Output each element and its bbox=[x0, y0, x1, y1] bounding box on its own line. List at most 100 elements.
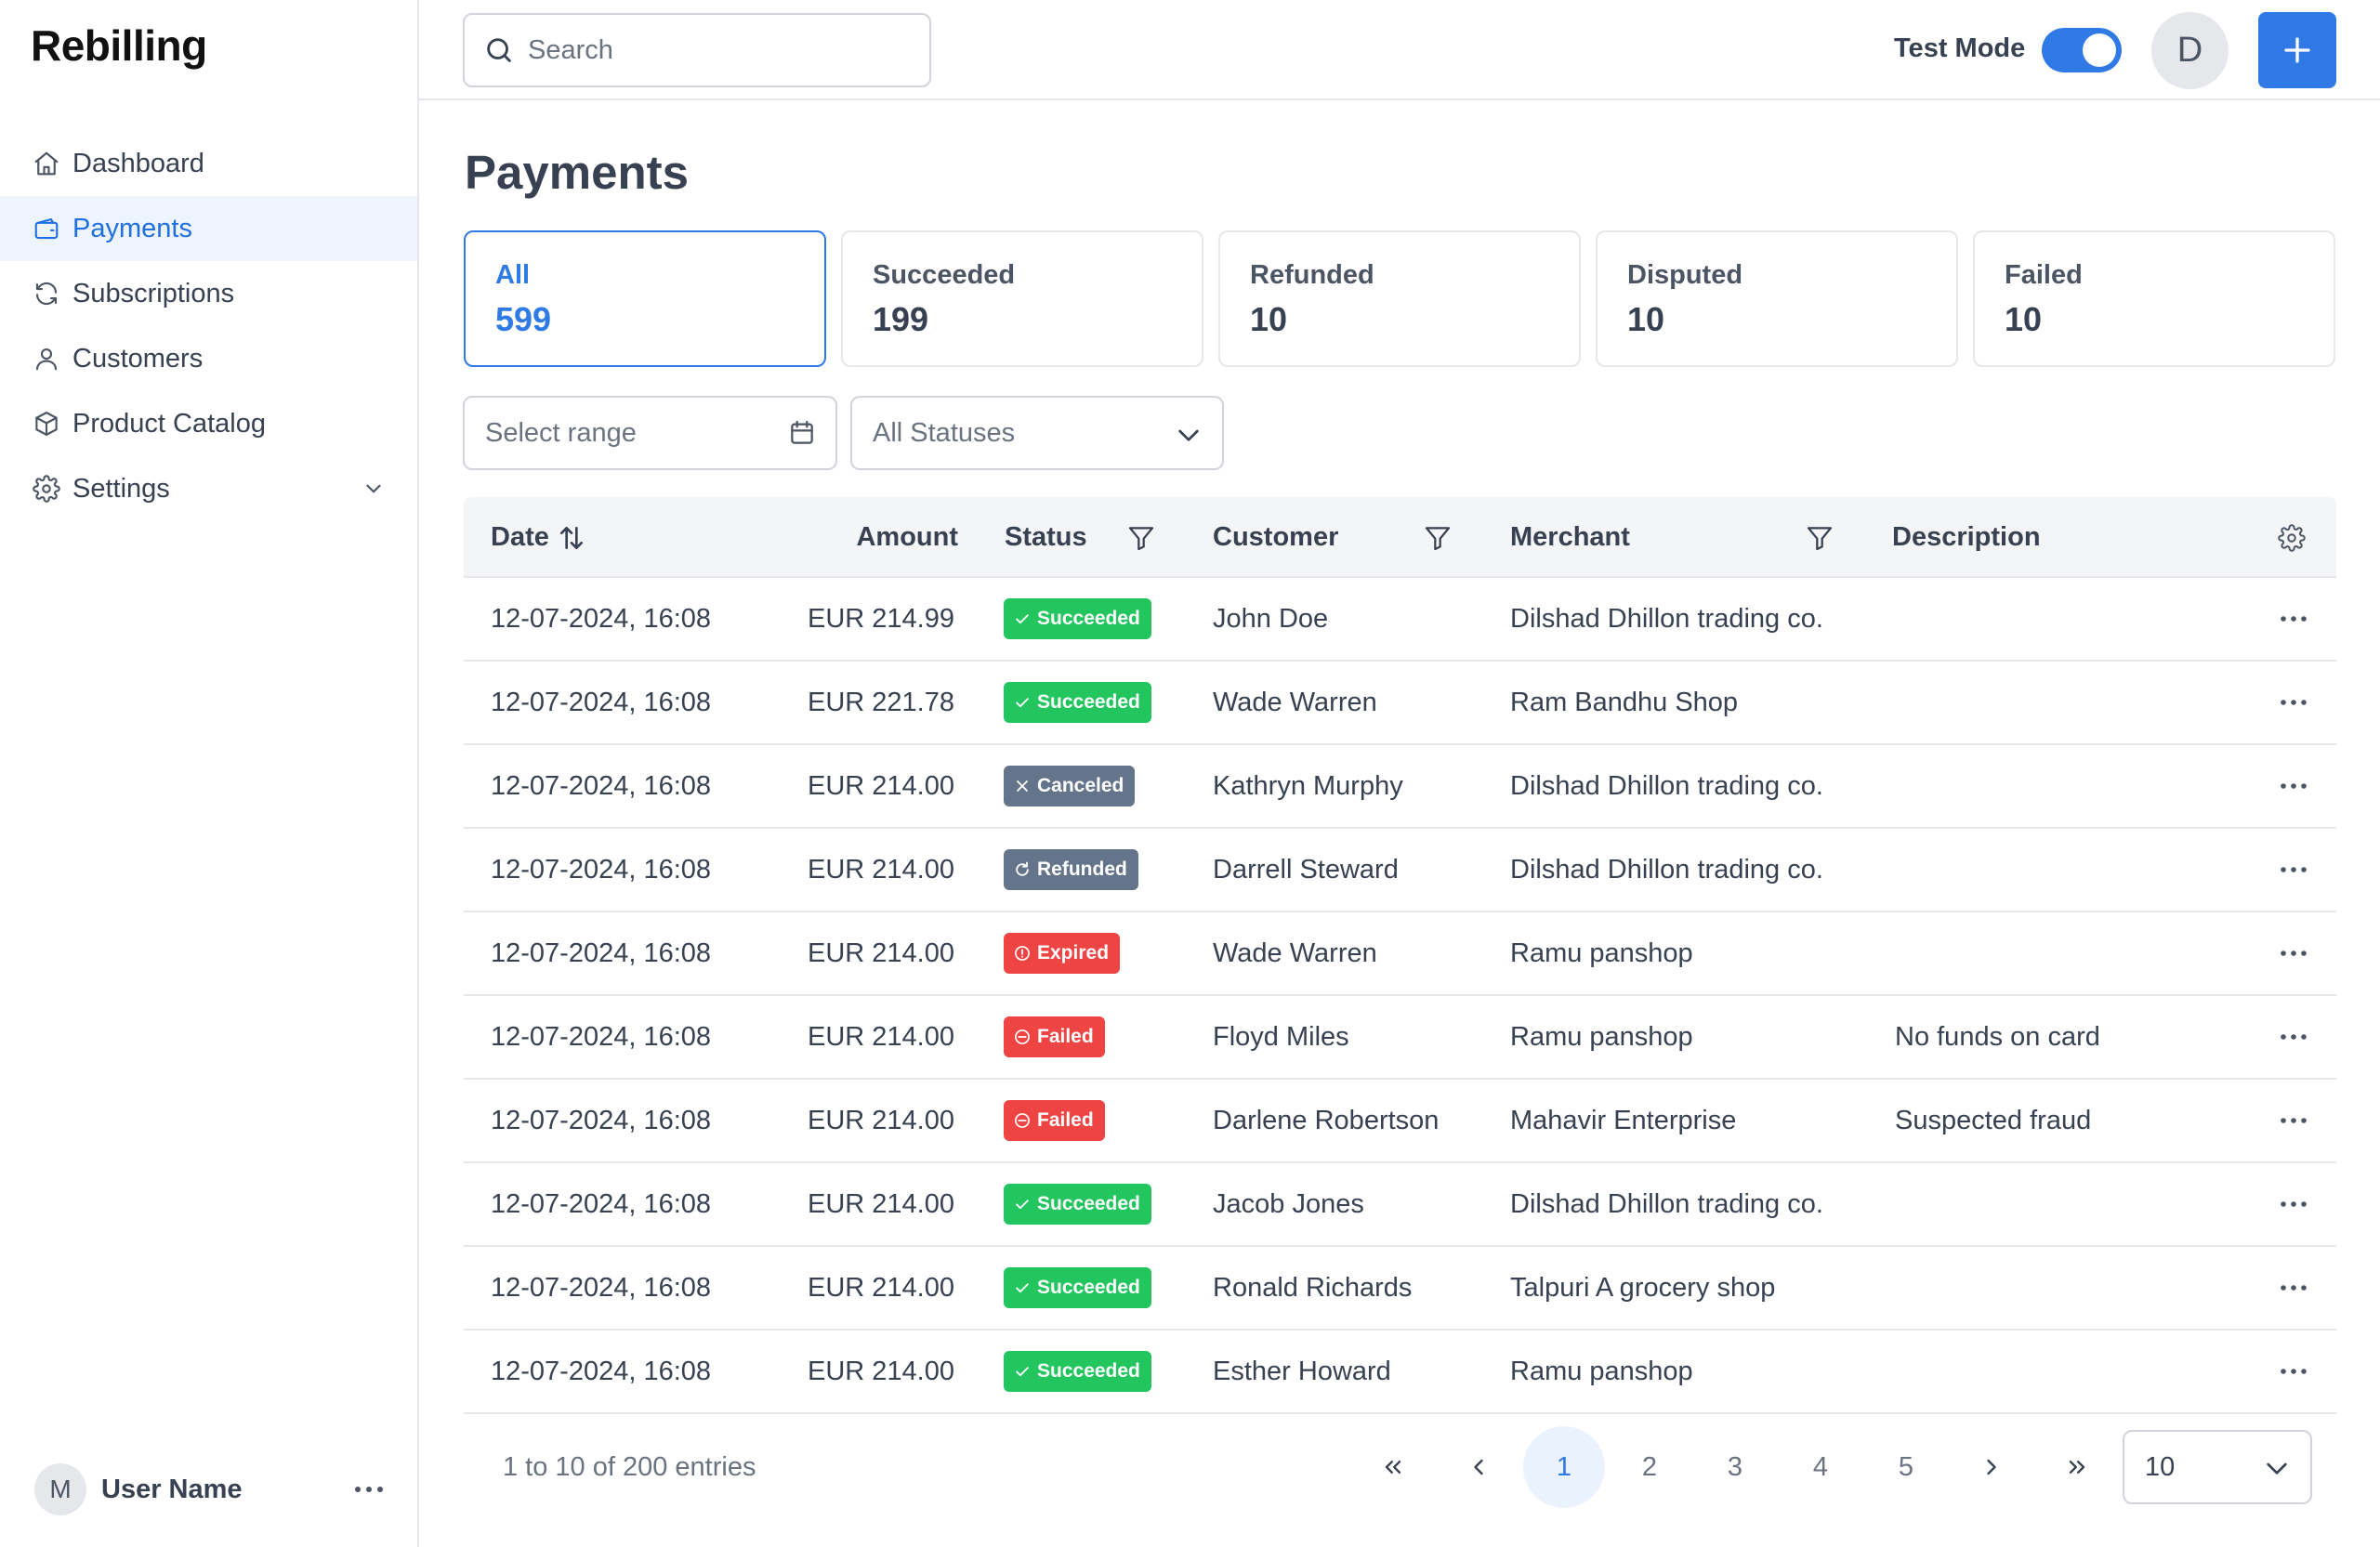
first-page-button[interactable] bbox=[1352, 1426, 1434, 1508]
gear-icon[interactable] bbox=[2278, 524, 2306, 552]
table-row[interactable]: 12-07-2024, 16:08 EUR 214.00 Succeeded Rona… bbox=[464, 1247, 2336, 1331]
cell-customer[interactable]: Wade Warren bbox=[1213, 912, 1377, 994]
table-row[interactable]: 12-07-2024, 16:08 EUR 214.00 Succeeded Jaco… bbox=[464, 1163, 2336, 1247]
sidebar-item-customers[interactable]: Customers bbox=[0, 326, 417, 391]
add-button[interactable] bbox=[2258, 12, 2336, 88]
row-more-icon[interactable] bbox=[2277, 1020, 2310, 1054]
cell-amount: EUR 214.00 bbox=[808, 854, 954, 885]
sidebar-item-payments[interactable]: Payments bbox=[0, 196, 417, 261]
filter-icon[interactable] bbox=[1126, 523, 1156, 553]
column-label: Amount bbox=[856, 522, 958, 552]
box-icon bbox=[31, 408, 62, 439]
search-input[interactable] bbox=[528, 34, 918, 66]
filter-icon[interactable] bbox=[1805, 523, 1834, 553]
card-value: 10 bbox=[1627, 300, 1665, 338]
row-more-icon[interactable] bbox=[2277, 602, 2310, 636]
status-select[interactable]: All Statuses bbox=[850, 396, 1224, 470]
check-icon bbox=[1016, 1367, 1029, 1377]
next-page-button[interactable] bbox=[1951, 1426, 2032, 1508]
cell-merchant: Dilshad Dhillon trading co. bbox=[1510, 603, 1823, 634]
status-badge: Canceled bbox=[1004, 766, 1136, 806]
page-button-5[interactable]: 5 bbox=[1865, 1426, 1947, 1508]
page-button-1[interactable]: 1 bbox=[1523, 1426, 1605, 1508]
card-disputed[interactable]: Disputed 10 bbox=[1596, 230, 1958, 367]
page-size-value: 10 bbox=[2145, 1451, 2176, 1482]
row-more-icon[interactable] bbox=[2277, 1355, 2310, 1388]
table-row[interactable]: 12-07-2024, 16:08 EUR 221.78 Succeeded Wade… bbox=[464, 662, 2336, 745]
check-icon bbox=[1016, 1200, 1029, 1210]
last-page-button[interactable] bbox=[2036, 1426, 2118, 1508]
row-more-icon[interactable] bbox=[2277, 937, 2310, 970]
table-row[interactable]: 12-07-2024, 16:08 EUR 214.00 Failed Floyd M… bbox=[464, 996, 2336, 1080]
row-more-icon[interactable] bbox=[2277, 1104, 2310, 1137]
chevron-right-icon bbox=[1987, 1459, 1996, 1475]
status-badge: Expired bbox=[1004, 933, 1121, 974]
cell-customer[interactable]: Wade Warren bbox=[1213, 662, 1377, 743]
sidebar-item-subscriptions[interactable]: Subscriptions bbox=[0, 261, 417, 326]
row-more-icon[interactable] bbox=[2277, 853, 2310, 886]
alert-circle-icon bbox=[1015, 946, 1030, 961]
column-header-date[interactable]: Date bbox=[491, 497, 586, 578]
card-all[interactable]: All 599 bbox=[464, 230, 826, 367]
status-select-value: All Statuses bbox=[873, 417, 1016, 448]
check-icon bbox=[1016, 614, 1029, 624]
status-badge: Failed bbox=[1004, 1016, 1105, 1057]
column-label: Status bbox=[1005, 522, 1087, 552]
table-row[interactable]: 12-07-2024, 16:08 EUR 214.00 Succeeded Esth… bbox=[464, 1331, 2336, 1414]
card-succeeded[interactable]: Succeeded 199 bbox=[841, 230, 1203, 367]
cell-status: Succeeded bbox=[1004, 578, 1151, 660]
date-range-picker[interactable]: Select range bbox=[463, 396, 837, 470]
cell-status: Succeeded bbox=[1004, 1163, 1151, 1245]
cell-customer[interactable]: Ronald Richards bbox=[1213, 1247, 1412, 1329]
row-more-icon[interactable] bbox=[2277, 1271, 2310, 1304]
sidebar-item-dashboard[interactable]: Dashboard bbox=[0, 131, 417, 196]
cell-customer[interactable]: Floyd Miles bbox=[1213, 996, 1349, 1078]
search-box[interactable] bbox=[463, 13, 931, 87]
sidebar-item-product-catalog[interactable]: Product Catalog bbox=[0, 391, 417, 456]
home-icon bbox=[31, 148, 62, 179]
gear-icon bbox=[31, 473, 62, 505]
user-icon bbox=[31, 343, 62, 374]
card-failed[interactable]: Failed 10 bbox=[1973, 230, 2335, 367]
sort-icon[interactable] bbox=[557, 523, 586, 553]
table-row[interactable]: 12-07-2024, 16:08 EUR 214.99 Succeeded John… bbox=[464, 578, 2336, 662]
status-badge-label: Succeeded bbox=[1037, 691, 1140, 713]
test-mode-toggle[interactable] bbox=[2042, 28, 2122, 72]
page-button-2[interactable]: 2 bbox=[1609, 1426, 1690, 1508]
cell-customer[interactable]: Jacob Jones bbox=[1213, 1163, 1364, 1245]
cell-status: Succeeded bbox=[1004, 1247, 1151, 1329]
more-icon[interactable] bbox=[350, 1475, 388, 1504]
status-badge-label: Refunded bbox=[1037, 859, 1127, 880]
cell-customer[interactable]: Kathryn Murphy bbox=[1213, 745, 1403, 827]
row-more-icon[interactable] bbox=[2277, 686, 2310, 719]
table-row[interactable]: 12-07-2024, 16:08 EUR 214.00 Failed Darlene… bbox=[464, 1080, 2336, 1163]
refresh-icon bbox=[1016, 861, 1029, 876]
sidebar-item-settings[interactable]: Settings bbox=[0, 456, 417, 521]
table-row[interactable]: 12-07-2024, 16:08 EUR 214.00 Canceled Kathr… bbox=[464, 745, 2336, 829]
row-more-icon[interactable] bbox=[2277, 769, 2310, 803]
table-row[interactable]: 12-07-2024, 16:08 EUR 214.00 Expired Wade W… bbox=[464, 912, 2336, 996]
prev-page-button[interactable] bbox=[1438, 1426, 1519, 1508]
chevron-down-icon[interactable] bbox=[362, 477, 386, 501]
filter-icon[interactable] bbox=[1423, 523, 1453, 553]
cell-amount: EUR 214.99 bbox=[808, 603, 954, 634]
row-more-icon[interactable] bbox=[2277, 1187, 2310, 1221]
status-badge-label: Failed bbox=[1037, 1026, 1094, 1047]
column-label: Date bbox=[491, 522, 549, 552]
user-profile[interactable]: M User Name bbox=[34, 1463, 388, 1515]
table-row[interactable]: 12-07-2024, 16:08 EUR 214.00 Refunded Darre… bbox=[464, 829, 2336, 912]
cell-customer[interactable]: Darlene Robertson bbox=[1213, 1080, 1439, 1161]
minus-circle-icon bbox=[1015, 1029, 1030, 1044]
page-button-3[interactable]: 3 bbox=[1694, 1426, 1776, 1508]
account-avatar[interactable]: D bbox=[2151, 12, 2229, 89]
cell-customer[interactable]: Esther Howard bbox=[1213, 1331, 1391, 1412]
payments-table: Date Amount Status Customer Merchant Des… bbox=[464, 497, 2336, 1414]
cell-status: Failed bbox=[1004, 996, 1105, 1078]
column-label: Customer bbox=[1213, 522, 1339, 552]
card-refunded[interactable]: Refunded 10 bbox=[1218, 230, 1581, 367]
cell-customer[interactable]: John Doe bbox=[1213, 578, 1328, 660]
cell-customer[interactable]: Darrell Steward bbox=[1213, 829, 1399, 911]
entries-summary: 1 to 10 of 200 entries bbox=[503, 1452, 756, 1482]
page-size-select[interactable]: 10 bbox=[2123, 1430, 2312, 1504]
page-button-4[interactable]: 4 bbox=[1780, 1426, 1861, 1508]
